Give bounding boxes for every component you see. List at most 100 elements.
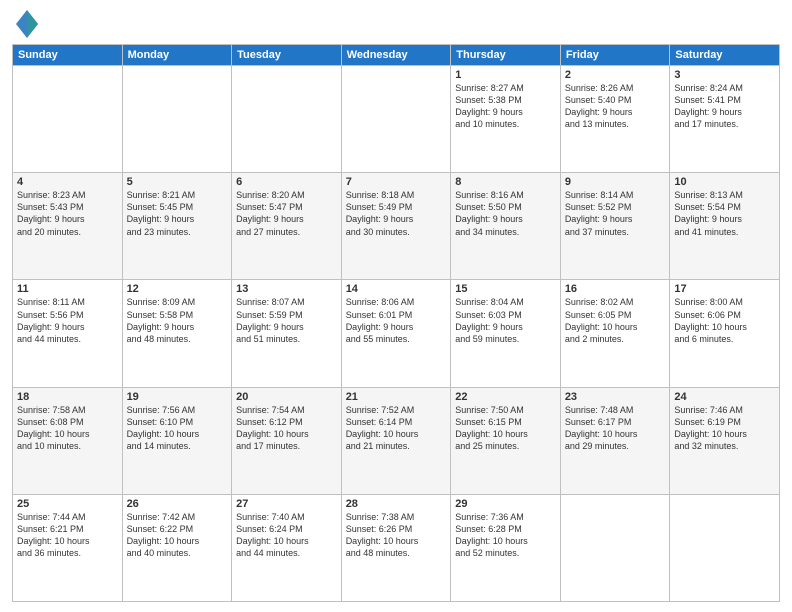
day-cell: 28Sunrise: 7:38 AM Sunset: 6:26 PM Dayli… <box>341 494 451 601</box>
logo-icon <box>16 10 38 38</box>
day-info: Sunrise: 7:46 AM Sunset: 6:19 PM Dayligh… <box>674 404 775 453</box>
day-cell: 4Sunrise: 8:23 AM Sunset: 5:43 PM Daylig… <box>13 173 123 280</box>
day-cell: 11Sunrise: 8:11 AM Sunset: 5:56 PM Dayli… <box>13 280 123 387</box>
day-cell: 15Sunrise: 8:04 AM Sunset: 6:03 PM Dayli… <box>451 280 561 387</box>
day-number: 8 <box>455 176 556 188</box>
day-info: Sunrise: 7:54 AM Sunset: 6:12 PM Dayligh… <box>236 404 337 453</box>
day-cell: 22Sunrise: 7:50 AM Sunset: 6:15 PM Dayli… <box>451 387 561 494</box>
day-info: Sunrise: 7:48 AM Sunset: 6:17 PM Dayligh… <box>565 404 666 453</box>
day-number: 19 <box>127 391 228 403</box>
day-cell: 1Sunrise: 8:27 AM Sunset: 5:38 PM Daylig… <box>451 66 561 173</box>
day-info: Sunrise: 8:14 AM Sunset: 5:52 PM Dayligh… <box>565 189 666 238</box>
day-number: 6 <box>236 176 337 188</box>
week-row-0: 1Sunrise: 8:27 AM Sunset: 5:38 PM Daylig… <box>13 66 780 173</box>
day-number: 11 <box>17 283 118 295</box>
day-info: Sunrise: 8:00 AM Sunset: 6:06 PM Dayligh… <box>674 296 775 345</box>
day-number: 29 <box>455 498 556 510</box>
day-info: Sunrise: 8:18 AM Sunset: 5:49 PM Dayligh… <box>346 189 447 238</box>
day-number: 14 <box>346 283 447 295</box>
page: SundayMondayTuesdayWednesdayThursdayFrid… <box>0 0 792 612</box>
day-info: Sunrise: 8:04 AM Sunset: 6:03 PM Dayligh… <box>455 296 556 345</box>
day-cell: 10Sunrise: 8:13 AM Sunset: 5:54 PM Dayli… <box>670 173 780 280</box>
day-number: 22 <box>455 391 556 403</box>
day-number: 3 <box>674 69 775 81</box>
day-number: 15 <box>455 283 556 295</box>
day-info: Sunrise: 8:24 AM Sunset: 5:41 PM Dayligh… <box>674 82 775 131</box>
day-number: 28 <box>346 498 447 510</box>
day-info: Sunrise: 7:52 AM Sunset: 6:14 PM Dayligh… <box>346 404 447 453</box>
day-cell: 21Sunrise: 7:52 AM Sunset: 6:14 PM Dayli… <box>341 387 451 494</box>
day-info: Sunrise: 7:40 AM Sunset: 6:24 PM Dayligh… <box>236 511 337 560</box>
logo <box>12 10 38 38</box>
day-cell: 5Sunrise: 8:21 AM Sunset: 5:45 PM Daylig… <box>122 173 232 280</box>
day-cell: 8Sunrise: 8:16 AM Sunset: 5:50 PM Daylig… <box>451 173 561 280</box>
day-cell: 25Sunrise: 7:44 AM Sunset: 6:21 PM Dayli… <box>13 494 123 601</box>
day-cell: 9Sunrise: 8:14 AM Sunset: 5:52 PM Daylig… <box>560 173 670 280</box>
weekday-header-saturday: Saturday <box>670 45 780 66</box>
day-cell: 2Sunrise: 8:26 AM Sunset: 5:40 PM Daylig… <box>560 66 670 173</box>
day-number: 7 <box>346 176 447 188</box>
day-number: 26 <box>127 498 228 510</box>
day-cell: 19Sunrise: 7:56 AM Sunset: 6:10 PM Dayli… <box>122 387 232 494</box>
day-cell <box>670 494 780 601</box>
day-info: Sunrise: 8:09 AM Sunset: 5:58 PM Dayligh… <box>127 296 228 345</box>
day-info: Sunrise: 8:20 AM Sunset: 5:47 PM Dayligh… <box>236 189 337 238</box>
day-number: 1 <box>455 69 556 81</box>
day-number: 21 <box>346 391 447 403</box>
day-info: Sunrise: 7:36 AM Sunset: 6:28 PM Dayligh… <box>455 511 556 560</box>
day-info: Sunrise: 8:26 AM Sunset: 5:40 PM Dayligh… <box>565 82 666 131</box>
day-cell: 13Sunrise: 8:07 AM Sunset: 5:59 PM Dayli… <box>232 280 342 387</box>
day-info: Sunrise: 8:02 AM Sunset: 6:05 PM Dayligh… <box>565 296 666 345</box>
day-info: Sunrise: 8:23 AM Sunset: 5:43 PM Dayligh… <box>17 189 118 238</box>
day-info: Sunrise: 7:58 AM Sunset: 6:08 PM Dayligh… <box>17 404 118 453</box>
day-number: 17 <box>674 283 775 295</box>
day-cell: 3Sunrise: 8:24 AM Sunset: 5:41 PM Daylig… <box>670 66 780 173</box>
day-info: Sunrise: 8:11 AM Sunset: 5:56 PM Dayligh… <box>17 296 118 345</box>
day-info: Sunrise: 7:56 AM Sunset: 6:10 PM Dayligh… <box>127 404 228 453</box>
day-number: 27 <box>236 498 337 510</box>
day-info: Sunrise: 8:06 AM Sunset: 6:01 PM Dayligh… <box>346 296 447 345</box>
day-cell: 6Sunrise: 8:20 AM Sunset: 5:47 PM Daylig… <box>232 173 342 280</box>
day-info: Sunrise: 8:13 AM Sunset: 5:54 PM Dayligh… <box>674 189 775 238</box>
day-number: 9 <box>565 176 666 188</box>
day-number: 2 <box>565 69 666 81</box>
day-number: 23 <box>565 391 666 403</box>
day-cell: 12Sunrise: 8:09 AM Sunset: 5:58 PM Dayli… <box>122 280 232 387</box>
weekday-header-sunday: Sunday <box>13 45 123 66</box>
week-row-2: 11Sunrise: 8:11 AM Sunset: 5:56 PM Dayli… <box>13 280 780 387</box>
weekday-header-row: SundayMondayTuesdayWednesdayThursdayFrid… <box>13 45 780 66</box>
day-number: 10 <box>674 176 775 188</box>
day-cell: 24Sunrise: 7:46 AM Sunset: 6:19 PM Dayli… <box>670 387 780 494</box>
day-cell: 29Sunrise: 7:36 AM Sunset: 6:28 PM Dayli… <box>451 494 561 601</box>
day-info: Sunrise: 7:44 AM Sunset: 6:21 PM Dayligh… <box>17 511 118 560</box>
day-info: Sunrise: 7:50 AM Sunset: 6:15 PM Dayligh… <box>455 404 556 453</box>
day-cell: 20Sunrise: 7:54 AM Sunset: 6:12 PM Dayli… <box>232 387 342 494</box>
day-number: 13 <box>236 283 337 295</box>
day-cell: 26Sunrise: 7:42 AM Sunset: 6:22 PM Dayli… <box>122 494 232 601</box>
week-row-4: 25Sunrise: 7:44 AM Sunset: 6:21 PM Dayli… <box>13 494 780 601</box>
day-info: Sunrise: 7:38 AM Sunset: 6:26 PM Dayligh… <box>346 511 447 560</box>
day-cell: 18Sunrise: 7:58 AM Sunset: 6:08 PM Dayli… <box>13 387 123 494</box>
day-cell <box>13 66 123 173</box>
day-cell <box>341 66 451 173</box>
day-cell: 7Sunrise: 8:18 AM Sunset: 5:49 PM Daylig… <box>341 173 451 280</box>
day-cell: 14Sunrise: 8:06 AM Sunset: 6:01 PM Dayli… <box>341 280 451 387</box>
weekday-header-monday: Monday <box>122 45 232 66</box>
day-cell: 17Sunrise: 8:00 AM Sunset: 6:06 PM Dayli… <box>670 280 780 387</box>
week-row-1: 4Sunrise: 8:23 AM Sunset: 5:43 PM Daylig… <box>13 173 780 280</box>
day-number: 24 <box>674 391 775 403</box>
weekday-header-friday: Friday <box>560 45 670 66</box>
calendar-table: SundayMondayTuesdayWednesdayThursdayFrid… <box>12 44 780 602</box>
day-info: Sunrise: 7:42 AM Sunset: 6:22 PM Dayligh… <box>127 511 228 560</box>
day-info: Sunrise: 8:07 AM Sunset: 5:59 PM Dayligh… <box>236 296 337 345</box>
day-cell: 27Sunrise: 7:40 AM Sunset: 6:24 PM Dayli… <box>232 494 342 601</box>
day-cell <box>232 66 342 173</box>
day-cell: 16Sunrise: 8:02 AM Sunset: 6:05 PM Dayli… <box>560 280 670 387</box>
day-cell: 23Sunrise: 7:48 AM Sunset: 6:17 PM Dayli… <box>560 387 670 494</box>
day-info: Sunrise: 8:21 AM Sunset: 5:45 PM Dayligh… <box>127 189 228 238</box>
day-cell <box>122 66 232 173</box>
day-number: 16 <box>565 283 666 295</box>
header <box>12 10 780 38</box>
day-info: Sunrise: 8:27 AM Sunset: 5:38 PM Dayligh… <box>455 82 556 131</box>
weekday-header-wednesday: Wednesday <box>341 45 451 66</box>
